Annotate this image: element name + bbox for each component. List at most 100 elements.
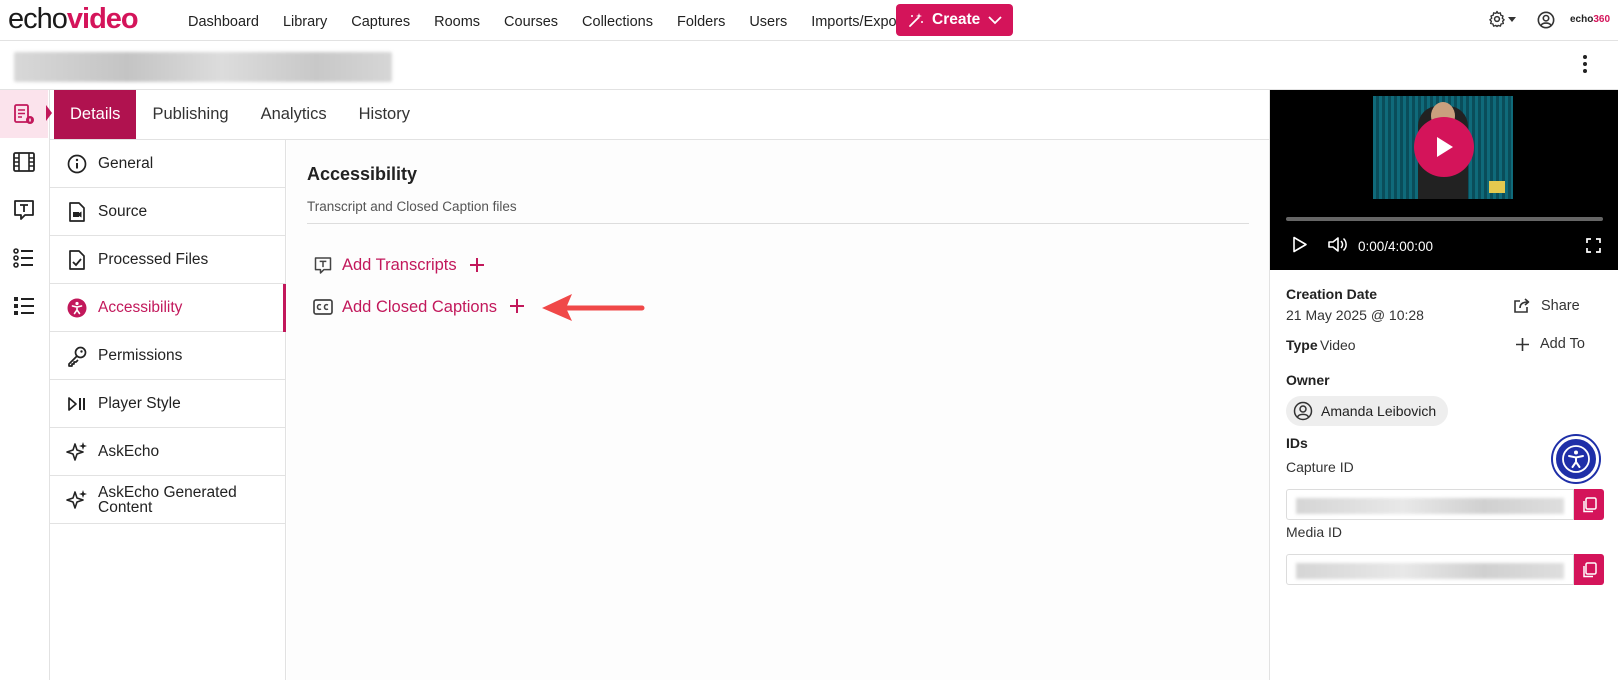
accessibility-icon <box>66 297 88 319</box>
menu-item-general-label: General <box>98 154 154 172</box>
user-icon <box>1293 401 1313 421</box>
details-tabs: Details Publishing Analytics History <box>50 90 1269 140</box>
info-icon <box>66 153 88 175</box>
capture-id-field[interactable] <box>1286 489 1574 520</box>
annotation-arrow-icon <box>542 294 645 321</box>
nav-folders[interactable]: Folders <box>677 14 725 30</box>
menu-item-processed-files[interactable]: Processed Files <box>50 236 285 284</box>
accessibility-icon <box>1562 445 1590 473</box>
nav-collections[interactable]: Collections <box>582 14 653 30</box>
menu-item-general[interactable]: General <box>50 140 285 188</box>
media-info-panel: 0:00/4:00:00 Creation Date 21 May 2025 @… <box>1269 90 1618 680</box>
share-label: Share <box>1541 297 1580 314</box>
file-check-icon <box>66 249 88 271</box>
echovideo-logo[interactable]: echovideo <box>8 3 139 36</box>
nav-dashboard[interactable]: Dashboard <box>188 14 259 30</box>
menu-item-askecho[interactable]: AskEcho <box>50 428 285 476</box>
blurred-capture-id <box>1296 498 1564 514</box>
tab-analytics[interactable]: Analytics <box>245 90 343 139</box>
rail-media-details[interactable] <box>0 90 48 138</box>
plus-icon <box>469 256 485 276</box>
owner-chip[interactable]: Amanda Leibovich <box>1286 396 1449 426</box>
tab-details[interactable]: Details <box>54 90 137 139</box>
rail-list[interactable] <box>0 282 48 330</box>
big-play-button[interactable] <box>1414 117 1474 177</box>
nav-users[interactable]: Users <box>749 14 787 30</box>
transcript-icon <box>313 255 333 276</box>
menu-item-askecho-generated-content-label: AskEcho Generated Content <box>98 483 237 516</box>
fullscreen-icon[interactable] <box>1586 238 1601 253</box>
list-icon <box>14 297 34 315</box>
nav-captures[interactable]: Captures <box>351 14 410 30</box>
main-nav: Dashboard Library Captures Rooms Courses… <box>188 14 937 30</box>
add-transcripts-button[interactable]: Add Transcripts <box>313 255 485 276</box>
copy-media-id-button[interactable] <box>1574 554 1604 585</box>
tab-history[interactable]: History <box>343 90 426 139</box>
play-icon <box>1437 137 1453 157</box>
settings-caret-icon[interactable] <box>1508 17 1516 22</box>
plus-icon <box>509 297 525 317</box>
echo360-brand: echo360 <box>1570 14 1610 25</box>
menu-item-source-label: Source <box>98 202 148 220</box>
menu-item-askecho-generated-content[interactable]: AskEcho Generated Content <box>50 476 285 524</box>
add-to-button[interactable]: Add To <box>1515 336 1585 352</box>
menu-item-askecho-label: AskEcho <box>98 442 160 460</box>
add-closed-captions-button[interactable]: Add Closed Captions <box>313 297 525 317</box>
menu-item-accessibility[interactable]: Accessibility <box>50 284 286 332</box>
accessibility-widget-button[interactable] <box>1553 436 1599 482</box>
key-icon <box>66 345 88 367</box>
play-pause-icon <box>66 393 88 415</box>
video-progress-bar[interactable] <box>1286 217 1603 221</box>
more-options-icon[interactable] <box>1582 55 1588 75</box>
add-transcripts-label: Add Transcripts <box>342 256 457 274</box>
type-label: Type <box>1286 337 1318 353</box>
logo-text-echo: echo <box>8 3 68 35</box>
rail-chapters[interactable] <box>0 234 48 282</box>
menu-item-source[interactable]: Source <box>50 188 285 236</box>
chevron-down-icon <box>988 16 1002 25</box>
menu-item-player-style[interactable]: Player Style <box>50 380 285 428</box>
blurred-media-title <box>14 52 392 82</box>
create-button-label: Create <box>932 11 981 28</box>
type-value: Video <box>1320 337 1356 353</box>
rail-film[interactable] <box>0 138 48 186</box>
file-video-icon <box>66 201 88 223</box>
share-button[interactable]: Share <box>1513 297 1580 314</box>
copy-icon <box>1582 561 1597 577</box>
play-icon[interactable] <box>1292 236 1308 253</box>
brand-small-360: 360 <box>1593 14 1611 25</box>
owner-label: Owner <box>1286 372 1330 388</box>
nav-rooms[interactable]: Rooms <box>434 14 480 30</box>
chapters-icon <box>13 248 33 268</box>
thumbnail-badge <box>1489 181 1505 193</box>
menu-item-processed-files-label: Processed Files <box>98 250 209 268</box>
create-button[interactable]: Create <box>896 4 1013 36</box>
ids-label: IDs <box>1286 435 1308 451</box>
gear-icon[interactable] <box>1488 10 1506 28</box>
media-id-field[interactable] <box>1286 554 1574 585</box>
film-icon <box>13 152 35 172</box>
share-icon <box>1514 298 1530 313</box>
app-root: echovideo Dashboard Library Captures Roo… <box>0 0 1618 680</box>
media-details-icon <box>14 104 34 124</box>
creation-date-value: 21 May 2025 @ 10:28 <box>1286 307 1424 323</box>
capture-id-label: Capture ID <box>1286 459 1354 475</box>
owner-name: Amanda Leibovich <box>1321 403 1437 419</box>
sparkle-icon <box>66 489 88 511</box>
video-player[interactable]: 0:00/4:00:00 <box>1270 90 1618 270</box>
media-id-label: Media ID <box>1286 524 1343 540</box>
copy-capture-id-button[interactable] <box>1574 489 1604 520</box>
nav-library[interactable]: Library <box>283 14 327 30</box>
tab-publishing[interactable]: Publishing <box>136 90 244 139</box>
brand-small-echo: echo <box>1570 14 1594 25</box>
add-closed-captions-label: Add Closed Captions <box>342 297 498 316</box>
rail-transcript[interactable] <box>0 186 48 234</box>
menu-item-permissions[interactable]: Permissions <box>50 332 285 380</box>
user-account-icon[interactable] <box>1537 11 1555 29</box>
menu-item-accessibility-label: Accessibility <box>98 298 183 316</box>
nav-courses[interactable]: Courses <box>504 14 558 30</box>
volume-icon[interactable] <box>1328 236 1348 253</box>
closed-captions-icon <box>313 299 333 315</box>
playback-time: 0:00/4:00:00 <box>1358 239 1434 254</box>
logo-text-video: video <box>66 3 139 35</box>
